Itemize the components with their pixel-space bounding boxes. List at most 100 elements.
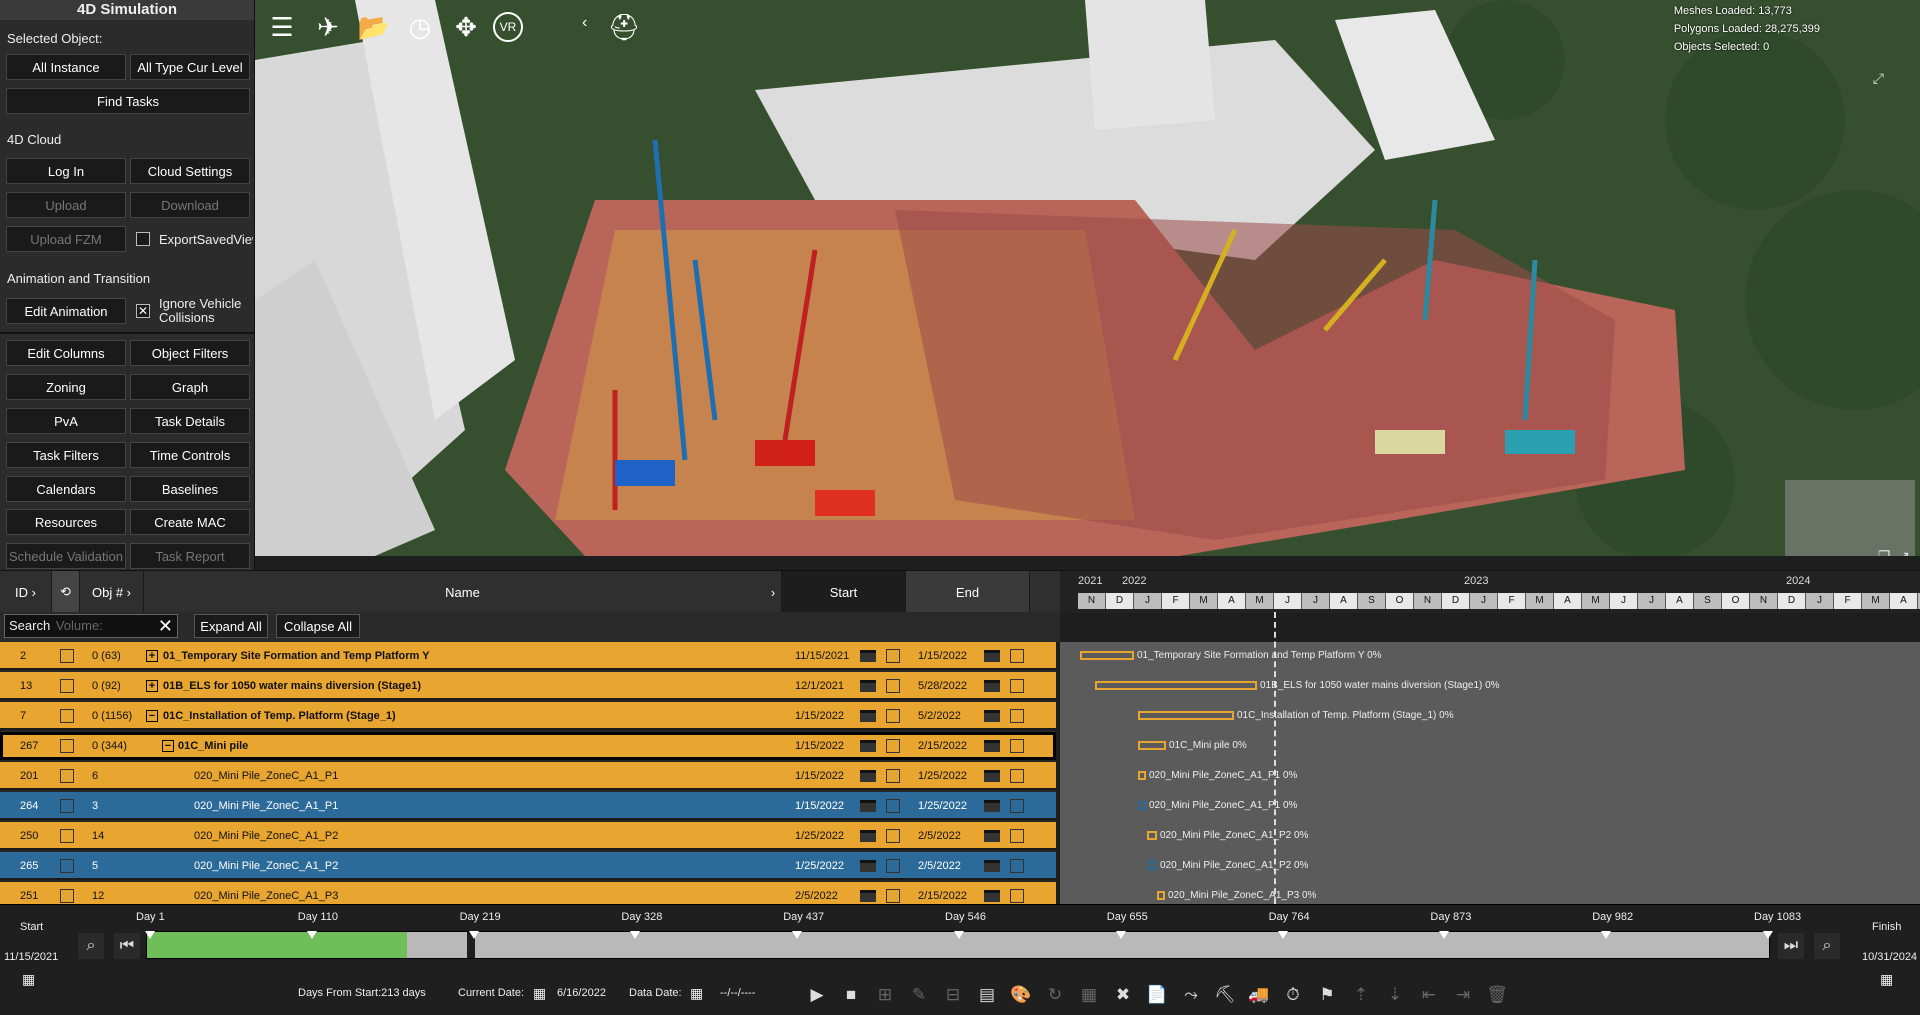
task-type-icon[interactable] [60,799,74,813]
download-button[interactable]: Download [130,192,250,218]
current-date-calendar-icon[interactable]: ▦ [533,985,546,1002]
end-checkbox[interactable] [1010,679,1024,693]
finish-calendar-icon[interactable]: ▦ [1880,971,1893,988]
appearance-icon[interactable]: 🎨 [1007,981,1035,1009]
task-start[interactable]: 1/15/2022 [795,792,844,820]
jump-start-icon[interactable]: ⏮ [114,933,140,959]
task-start[interactable]: 1/25/2022 [795,822,844,850]
end-calendar-icon[interactable] [984,650,1000,662]
end-checkbox[interactable] [1010,859,1024,873]
start-checkbox[interactable] [886,829,900,843]
task-end[interactable]: 5/28/2022 [918,672,967,700]
gantt-bar[interactable] [1138,771,1146,780]
task-start[interactable]: 11/15/2021 [795,642,849,670]
task-row[interactable]: 13 0 (92) +01B_ELS for 1050 water mains di… [0,672,1056,700]
task-type-icon[interactable] [60,739,74,753]
end-calendar-icon[interactable] [984,890,1000,902]
edit-animation-button[interactable]: Edit Animation [6,298,126,324]
start-checkbox[interactable] [886,709,900,723]
stop-icon[interactable]: ■ [837,981,865,1009]
start-checkbox[interactable] [886,769,900,783]
tree-toggle-icon[interactable]: + [146,650,158,662]
gantt-bar[interactable] [1157,891,1165,900]
move-down-icon[interactable]: ⇣ [1381,981,1409,1009]
start-checkbox[interactable] [886,649,900,663]
end-checkbox[interactable] [1010,799,1024,813]
end-calendar-icon[interactable] [984,770,1000,782]
collapse-all-button[interactable]: Collapse All [276,614,360,638]
task-start[interactable]: 1/15/2022 [795,702,844,730]
start-calendar-icon[interactable] [860,830,876,842]
end-calendar-icon[interactable] [984,710,1000,722]
end-checkbox[interactable] [1010,739,1024,753]
gantt-bar[interactable] [1095,681,1257,690]
resources-button[interactable]: Resources [6,509,126,535]
grid-icon[interactable]: ▦ [1075,981,1103,1009]
trash-icon[interactable]: 🗑 [1483,981,1511,1009]
excavator-icon[interactable]: ⛏ [1211,981,1239,1009]
drone-icon[interactable]: ✈ [309,8,347,46]
task-type-icon[interactable] [60,829,74,843]
start-checkbox[interactable] [886,799,900,813]
all-instance-button[interactable]: All Instance [6,54,126,80]
gantt-bar[interactable] [1147,831,1157,840]
task-filters-button[interactable]: Task Filters [6,442,126,468]
end-checkbox[interactable] [1010,829,1024,843]
task-start[interactable]: 1/15/2022 [795,732,844,760]
truck-icon[interactable]: 🚚 [1245,981,1273,1009]
current-date-value[interactable]: 6/16/2022 [557,987,606,999]
play-icon[interactable]: ▶ [803,981,831,1009]
folder-icon[interactable]: 📂 [355,8,393,46]
time-controls-button[interactable]: Time Controls [130,442,250,468]
log-in-button[interactable]: Log In [6,158,126,184]
indent-icon[interactable]: ⇥ [1449,981,1477,1009]
column-start[interactable]: Start [782,571,906,613]
edit-task-icon[interactable]: ✎ [905,981,933,1009]
pva-button[interactable]: PvA [6,408,126,434]
search-input[interactable]: Search Volume: ✕ [4,614,178,638]
start-calendar-icon[interactable] [860,650,876,662]
edit-columns-button[interactable]: Edit Columns [6,340,126,366]
start-calendar-icon[interactable] [860,710,876,722]
expand-all-button[interactable]: Expand All [194,614,268,638]
start-calendar-icon[interactable] [860,740,876,752]
start-checkbox[interactable] [886,739,900,753]
task-type-icon[interactable] [60,889,74,903]
tree-toggle-icon[interactable]: + [146,680,158,692]
task-start[interactable]: 12/1/2021 [795,672,844,700]
all-type-cur-level-button[interactable]: All Type Cur Level [130,54,250,80]
zoning-button[interactable]: Zoning [6,374,126,400]
link-icon[interactable]: ⤳ [1177,981,1205,1009]
tree-toggle-icon[interactable]: − [146,710,158,722]
task-end[interactable]: 2/15/2022 [918,882,967,904]
task-row[interactable]: 264 3 020_Mini Pile_ZoneC_A1_P1 1/15/2022 1/… [0,792,1056,820]
task-end[interactable]: 2/5/2022 [918,852,961,880]
gantt-bar[interactable] [1147,861,1157,870]
end-checkbox[interactable] [1010,709,1024,723]
task-row[interactable]: 250 14 020_Mini Pile_ZoneC_A1_P2 1/25/2022 2… [0,822,1056,850]
start-calendar-icon[interactable]: ▦ [22,971,35,988]
task-start[interactable]: 1/25/2022 [795,852,844,880]
object-filters-button[interactable]: Object Filters [130,340,250,366]
start-calendar-icon[interactable] [860,800,876,812]
zoom-in-icon[interactable]: ⌕ [1814,933,1840,959]
calendars-button[interactable]: Calendars [6,476,126,502]
end-calendar-icon[interactable] [984,740,1000,752]
report-icon[interactable]: 📄 [1143,981,1171,1009]
upload-fzm-button[interactable]: Upload FZM [6,226,126,252]
task-row[interactable]: 7 0 (1156) −01C_Installation of Temp. Plat… [0,702,1056,730]
start-calendar-icon[interactable] [860,860,876,872]
end-calendar-icon[interactable] [984,680,1000,692]
refresh-icon[interactable]: ↻ [1041,981,1069,1009]
collapse-toolbar-icon[interactable]: ‹ [582,14,587,32]
gantt-bar[interactable] [1080,651,1134,660]
task-list-icon[interactable]: ▤ [973,981,1001,1009]
remove-link-icon[interactable]: ✖ [1109,981,1137,1009]
baselines-button[interactable]: Baselines [130,476,250,502]
task-end[interactable]: 1/15/2022 [918,642,967,670]
end-checkbox[interactable] [1010,769,1024,783]
task-details-button[interactable]: Task Details [130,408,250,434]
task-type-column-icon[interactable]: ⟲ [52,571,80,613]
minimize-icon[interactable]: – [1862,548,1870,556]
viewport-expand-icon[interactable]: ⤢ [1873,70,1884,87]
